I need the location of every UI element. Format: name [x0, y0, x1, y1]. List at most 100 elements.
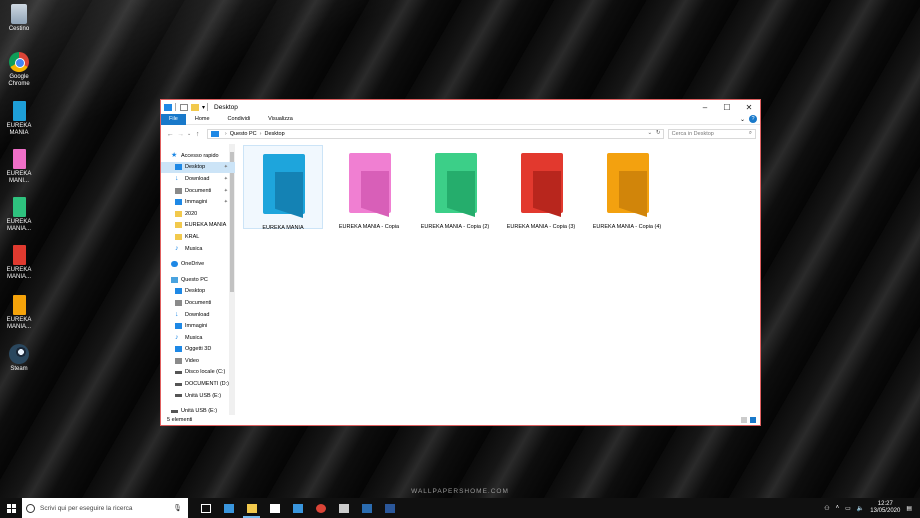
folder-label: EUREKA MANIA - Copia (3): [506, 224, 576, 230]
taskbar-app[interactable]: [378, 498, 401, 518]
taskbar: Scrivi qui per eseguire la ricerca 🎙 ⚇ ˄…: [0, 498, 920, 518]
sidebar-item-label: Musica: [185, 245, 203, 252]
close-button[interactable]: ✕: [738, 100, 760, 114]
sidebar-item[interactable]: Documenti: [161, 297, 235, 309]
sidebar-item-label: Video: [185, 357, 199, 364]
taskbar-app[interactable]: [309, 498, 332, 518]
book-icon: [12, 101, 26, 121]
sidebar-item[interactable]: Immagini: [161, 320, 235, 332]
clock[interactable]: 12:27 13/05/2020: [870, 501, 900, 515]
sidebar-item[interactable]: Disco locale (C:): [161, 367, 235, 379]
folder-item[interactable]: EUREKA MANIA - Copia (2): [415, 145, 495, 230]
breadcrumb-chevron-icon[interactable]: ›: [260, 131, 262, 137]
desktop-icon[interactable]: EUREKA MANIA: [0, 101, 38, 137]
network-icon[interactable]: ▭: [845, 505, 851, 512]
taskbar-app[interactable]: [240, 498, 263, 518]
navigation-pane: ★ Accesso rapido Desktop ✦ ↓ Download ✦ Documen…: [161, 144, 235, 415]
taskbar-app[interactable]: [217, 498, 240, 518]
tab-share[interactable]: Condividi: [219, 114, 260, 125]
notifications-icon[interactable]: ▤: [906, 505, 912, 512]
sidebar-item[interactable]: DOCUMENTI (D:): [161, 378, 235, 390]
taskbar-app[interactable]: [332, 498, 355, 518]
sidebar-item-label: EUREKA MANIA: [185, 222, 227, 229]
search-input[interactable]: Cerca in Desktop ⌕: [667, 129, 756, 139]
sidebar-item[interactable]: Desktop ✦: [161, 161, 235, 174]
desktop-icon[interactable]: Steam: [0, 344, 38, 373]
sidebar-item[interactable]: Questo PC: [161, 274, 235, 286]
sidebar-item[interactable]: Video: [161, 355, 235, 367]
sidebar-item[interactable]: KRAL: [161, 231, 235, 243]
sidebar-item[interactable]: Desktop: [161, 286, 235, 298]
microphone-icon[interactable]: 🎙: [173, 504, 182, 512]
customize-toolbar-icon[interactable]: ▾: [202, 104, 205, 111]
address-dropdown-icon[interactable]: ⌄: [647, 130, 652, 136]
refresh-icon[interactable]: ↻: [656, 130, 661, 136]
folder-item[interactable]: EUREKA MANIA: [243, 145, 323, 231]
sidebar-item[interactable]: OneDrive: [161, 258, 235, 270]
up-button[interactable]: ↑: [192, 131, 202, 138]
breadcrumb-chevron-icon[interactable]: ›: [225, 131, 227, 137]
usb-drive-icon: [175, 394, 182, 398]
sidebar-item[interactable]: Immagini ✦: [161, 196, 235, 208]
sidebar-item[interactable]: ♪ Musica: [161, 332, 235, 344]
taskbar-app[interactable]: [263, 498, 286, 518]
sidebar-item[interactable]: Documenti ✦: [161, 185, 235, 197]
explorer-body: ★ Accesso rapido Desktop ✦ ↓ Download ✦ Documen…: [161, 144, 760, 415]
start-button[interactable]: [0, 498, 22, 518]
folder-item[interactable]: EUREKA MANIA - Copia (3): [501, 145, 581, 230]
tab-file[interactable]: File: [161, 113, 186, 125]
expand-ribbon-icon[interactable]: ⌄: [740, 116, 745, 123]
sidebar-item[interactable]: Unità USB (E:): [161, 405, 235, 415]
pin-icon[interactable]: ✦: [224, 188, 228, 194]
desktop-icon[interactable]: Cestino: [0, 4, 38, 33]
taskbar-app[interactable]: [194, 498, 217, 518]
sidebar-item[interactable]: Unità USB (E:): [161, 390, 235, 402]
title-divider: [207, 103, 209, 111]
pin-icon[interactable]: ✦: [224, 176, 228, 182]
desktop-icon[interactable]: EUREKA MANIA...: [0, 245, 38, 281]
desktop-icon[interactable]: EUREKA MANIA...: [0, 295, 38, 331]
title-bar[interactable]: ▾ Desktop – ☐ ✕: [161, 100, 760, 114]
volume-icon[interactable]: 🔈: [857, 505, 864, 512]
tab-view[interactable]: Visualizza: [259, 114, 302, 125]
breadcrumb-this-pc[interactable]: Questo PC: [230, 131, 257, 137]
pin-icon[interactable]: ✦: [224, 164, 228, 170]
sidebar-item[interactable]: ↓ Download: [161, 309, 235, 321]
sidebar-item[interactable]: ★ Accesso rapido: [161, 150, 235, 162]
details-view-icon[interactable]: [741, 417, 747, 423]
desktop-icon-label: EUREKA MANIA...: [6, 219, 32, 232]
desktop-icon[interactable]: EUREKA MANIA...: [0, 197, 38, 233]
sidebar-item[interactable]: EUREKA MANIA: [161, 220, 235, 232]
properties-icon[interactable]: [180, 103, 188, 111]
window-controls: – ☐ ✕: [694, 100, 760, 114]
minimize-button[interactable]: –: [694, 100, 716, 114]
people-icon[interactable]: ⚇: [824, 505, 829, 512]
folder-item[interactable]: EUREKA MANIA - Copia (4): [587, 145, 667, 230]
desktop-icon[interactable]: EUREKA MANI...: [0, 149, 38, 185]
forward-button[interactable]: →: [175, 131, 185, 138]
tab-home[interactable]: Home: [186, 114, 219, 125]
breadcrumb-desktop[interactable]: Desktop: [264, 131, 284, 137]
taskbar-app[interactable]: [355, 498, 378, 518]
pin-icon[interactable]: ✦: [224, 199, 228, 205]
taskbar-app[interactable]: [286, 498, 309, 518]
taskbar-search[interactable]: Scrivi qui per eseguire la ricerca 🎙: [22, 498, 188, 518]
maximize-button[interactable]: ☐: [716, 100, 738, 114]
new-folder-icon[interactable]: [191, 103, 199, 111]
folder-item[interactable]: EUREKA MANIA - Copia: [329, 145, 409, 230]
show-hidden-icons[interactable]: ˄: [836, 505, 840, 511]
help-icon[interactable]: ?: [749, 115, 757, 123]
pictures-icon: [175, 199, 182, 206]
sidebar-item[interactable]: ♪ Musica: [161, 243, 235, 255]
address-bar[interactable]: › Questo PC › Desktop ⌄ ↻: [206, 129, 664, 139]
sidebar-item[interactable]: 2020: [161, 208, 235, 220]
sidebar-item[interactable]: ↓ Download ✦: [161, 173, 235, 185]
large-icons-view-icon[interactable]: [750, 417, 756, 423]
sidebar-item-label: Download: [185, 175, 210, 182]
documents-icon: [175, 187, 182, 194]
desktop-icon-label: Google Chrome: [8, 74, 30, 87]
sidebar-item[interactable]: Oggetti 3D: [161, 344, 235, 356]
back-button[interactable]: ←: [165, 131, 175, 138]
recent-locations-icon[interactable]: ⌄: [186, 131, 193, 137]
desktop-icon[interactable]: Google Chrome: [0, 52, 38, 88]
